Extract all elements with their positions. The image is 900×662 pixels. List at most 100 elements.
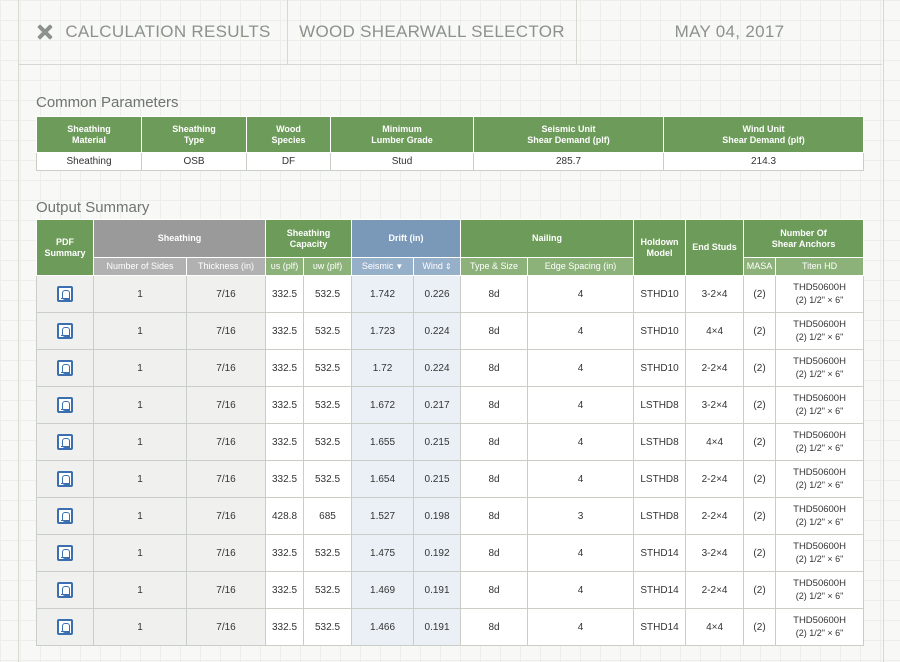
cell-studs: 2-2×4 — [685, 497, 745, 535]
common-header-5: Wind Unit Shear Demand (plf) — [663, 116, 864, 153]
cell-studs: 3-2×4 — [685, 275, 745, 313]
cell-masa: (2) — [743, 460, 777, 498]
output-summary-table: PDF Summary Sheathing Sheathing Capacity D… — [36, 219, 865, 646]
cell-vs: 428.8 — [265, 497, 305, 535]
pdf-cell — [36, 460, 94, 498]
pdf-icon[interactable] — [57, 582, 73, 598]
cell-studs: 4×4 — [685, 312, 745, 350]
pdf-icon[interactable] — [57, 545, 73, 561]
table-row: 1 7/16 332.5 532.5 1.654 0.215 8d 4 LSTHD8 2-2×4(… — [36, 460, 865, 498]
cell-wind: 0.191 — [413, 571, 462, 609]
cell-vs: 332.5 — [265, 534, 305, 572]
cell-vw: 532.5 — [303, 386, 353, 424]
cell-titen: THD50600H (2) 1/2" × 6" — [775, 386, 865, 424]
cell-studs: 2-2×4 — [685, 349, 745, 387]
cell-studs: 3-2×4 — [685, 386, 745, 424]
cell-wind: 0.224 — [413, 312, 462, 350]
wind-sort-header[interactable]: Wind ⇕ — [413, 257, 462, 276]
vs-header: υs (plf) — [265, 257, 305, 276]
cell-sides: 1 — [93, 571, 187, 609]
cell-thick: 7/16 — [185, 460, 267, 498]
cell-seismic: 1.654 — [351, 460, 415, 498]
masa-header: MASA — [743, 257, 777, 276]
cell-sides: 1 — [93, 312, 187, 350]
cell-titen: THD50600H (2) 1/2" × 6" — [775, 312, 865, 350]
pdf-icon[interactable] — [57, 508, 73, 524]
cell-masa: (2) — [743, 312, 777, 350]
header-title: CALCULATION RESULTS — [65, 22, 271, 41]
pdf-icon[interactable] — [57, 471, 73, 487]
seismic-sort-header[interactable]: Seismic ▼ — [351, 257, 415, 276]
pdf-icon[interactable] — [57, 397, 73, 413]
common-value-3: Stud — [330, 152, 474, 171]
pdf-cell — [36, 423, 94, 461]
pdf-cell — [36, 608, 94, 646]
cell-holdown: STHD14 — [633, 608, 687, 646]
cell-masa: (2) — [743, 275, 777, 313]
cell-nail: 8d — [460, 534, 529, 572]
cell-vw: 532.5 — [303, 349, 353, 387]
output-rows: 1 7/16 332.5 532.5 1.742 0.226 8d 4 STHD10 3-2×4(… — [36, 275, 865, 646]
pdf-icon[interactable] — [57, 434, 73, 450]
common-value-0: Sheathing — [36, 152, 142, 171]
sheathing-group-header: Sheathing — [92, 219, 267, 258]
cell-holdown: LSTHD8 — [633, 423, 687, 461]
cell-vw: 532.5 — [303, 275, 353, 313]
cell-edge: 4 — [527, 423, 635, 461]
pdf-icon[interactable] — [57, 323, 73, 339]
cell-holdown: STHD10 — [633, 312, 687, 350]
pdf-summary-header: PDF Summary — [36, 219, 94, 276]
thickness-header: Thickness (in) — [185, 257, 267, 276]
table-row: 1 7/16 332.5 532.5 1.469 0.191 8d 4 STHD14 2-2×4(… — [36, 571, 865, 609]
common-parameters-title: Common Parameters — [36, 94, 179, 111]
cell-titen: THD50600H (2) 1/2" × 6" — [775, 534, 865, 572]
cell-edge: 4 — [527, 571, 635, 609]
cell-masa: (2) — [743, 423, 777, 461]
cell-seismic: 1.466 — [351, 608, 415, 646]
header-date: MAY 04, 2017 — [674, 22, 785, 41]
cell-vs: 332.5 — [265, 275, 305, 313]
cell-seismic: 1.475 — [351, 534, 415, 572]
cell-vs: 332.5 — [265, 423, 305, 461]
cell-titen: THD50600H (2) 1/2" × 6" — [775, 275, 865, 313]
cell-masa: (2) — [743, 608, 777, 646]
common-header-0: Sheathing Material — [36, 116, 142, 153]
common-header-4: Seismic Unit Shear Demand (plf) — [473, 116, 664, 153]
cell-edge: 3 — [527, 497, 635, 535]
close-icon[interactable] — [35, 22, 55, 42]
common-header-1: Sheathing Type — [141, 116, 247, 153]
common-values-row: Sheathing OSB DF Stud 285.7 214.3 — [36, 152, 864, 171]
cell-wind: 0.198 — [413, 497, 462, 535]
pdf-icon[interactable] — [57, 286, 73, 302]
cell-nail: 8d — [460, 386, 529, 424]
cell-vw: 685 — [303, 497, 353, 535]
cell-nail: 8d — [460, 423, 529, 461]
nailing-group-header: Nailing — [460, 219, 635, 258]
pdf-cell — [36, 275, 94, 313]
cell-edge: 4 — [527, 275, 635, 313]
cell-nail: 8d — [460, 349, 529, 387]
cell-studs: 4×4 — [685, 608, 745, 646]
common-header-row: Sheathing Material Sheathing Type Wood Specie… — [36, 116, 864, 153]
cell-vs: 332.5 — [265, 571, 305, 609]
pdf-icon[interactable] — [57, 619, 73, 635]
cell-seismic: 1.723 — [351, 312, 415, 350]
cell-vw: 532.5 — [303, 312, 353, 350]
cell-thick: 7/16 — [185, 386, 267, 424]
cell-edge: 4 — [527, 349, 635, 387]
cell-edge: 4 — [527, 608, 635, 646]
cell-titen: THD50600H (2) 1/2" × 6" — [775, 497, 865, 535]
cell-vw: 532.5 — [303, 608, 353, 646]
edge-spacing-header: Edge Spacing (in) — [527, 257, 635, 276]
cell-seismic: 1.527 — [351, 497, 415, 535]
table-row: 1 7/16 332.5 532.5 1.475 0.192 8d 4 STHD14 3-2×4(… — [36, 534, 865, 572]
cell-holdown: STHD10 — [633, 275, 687, 313]
cell-nail: 8d — [460, 497, 529, 535]
cell-nail: 8d — [460, 275, 529, 313]
cell-seismic: 1.742 — [351, 275, 415, 313]
cell-thick: 7/16 — [185, 497, 267, 535]
cell-holdown: STHD14 — [633, 534, 687, 572]
cell-masa: (2) — [743, 386, 777, 424]
table-row: 1 7/16 332.5 532.5 1.466 0.191 8d 4 STHD14 4×4 (2)… — [36, 608, 865, 646]
pdf-icon[interactable] — [57, 360, 73, 376]
